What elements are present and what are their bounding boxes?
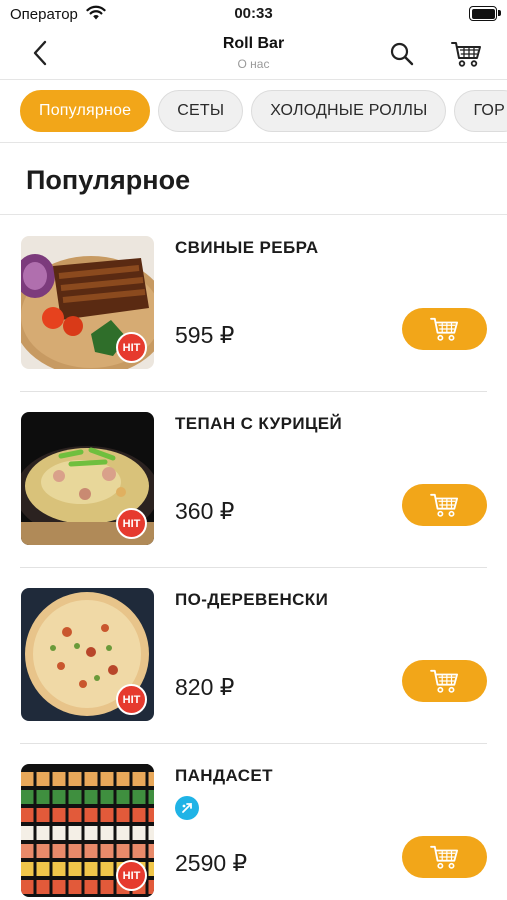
product-price: 360 ₽ bbox=[175, 498, 235, 524]
product-item[interactable]: HIT ТЕПАН С КУРИЦЕЙ 360 ₽ bbox=[0, 392, 507, 568]
tab-hot[interactable]: ГОР bbox=[454, 90, 507, 132]
battery-cap bbox=[498, 10, 501, 16]
hit-badge: HIT bbox=[116, 684, 147, 715]
cart-icon bbox=[451, 42, 481, 67]
add-to-cart-button[interactable] bbox=[402, 308, 487, 350]
clock: 00:33 bbox=[234, 5, 273, 22]
product-price: 595 ₽ bbox=[175, 322, 235, 348]
product-item[interactable]: HIT СВИНЫЕ РЕБРА 595 ₽ bbox=[0, 216, 507, 392]
cart-icon bbox=[429, 493, 458, 517]
product-price: 820 ₽ bbox=[175, 674, 235, 700]
search-button[interactable] bbox=[386, 38, 418, 70]
hit-badge: HIT bbox=[116, 508, 147, 539]
add-to-cart-button[interactable] bbox=[402, 660, 487, 702]
tab-popular[interactable]: Популярное bbox=[20, 90, 151, 132]
product-item[interactable]: HIT ПО-ДЕРЕВЕНСКИ 820 ₽ bbox=[0, 568, 507, 744]
section-title: Популярное bbox=[26, 165, 191, 195]
product-item[interactable]: HIT ПАНДАСЕТ 2590 ₽ bbox=[0, 744, 507, 900]
add-to-cart-button[interactable] bbox=[402, 836, 487, 878]
add-to-cart-button[interactable] bbox=[402, 484, 487, 526]
product-name: ПАНДАСЕТ bbox=[175, 766, 273, 785]
cart-icon bbox=[429, 669, 458, 693]
product-name: ПО-ДЕРЕВЕНСКИ bbox=[175, 590, 329, 609]
hit-badge: HIT bbox=[116, 332, 147, 363]
category-tabs: Популярное СЕТЫ ХОЛОДНЫЕ РОЛЛЫ ГОР bbox=[0, 80, 507, 143]
cart-icon bbox=[429, 317, 458, 341]
section-divider bbox=[0, 214, 507, 215]
product-name: СВИНЫЕ РЕБРА bbox=[175, 238, 319, 257]
search-icon bbox=[390, 42, 414, 66]
panda-tag-icon bbox=[175, 796, 199, 820]
hit-badge: HIT bbox=[116, 860, 147, 891]
battery-icon bbox=[469, 6, 497, 21]
navigation-bar: Roll Bar О нас bbox=[0, 28, 507, 80]
cart-icon bbox=[429, 845, 458, 869]
product-price: 2590 ₽ bbox=[175, 850, 248, 876]
tab-cold-rolls[interactable]: ХОЛОДНЫЕ РОЛЛЫ bbox=[251, 90, 447, 132]
status-bar: Оператор 00:33 bbox=[0, 0, 507, 28]
tab-sets[interactable]: СЕТЫ bbox=[158, 90, 244, 132]
about-link[interactable]: О нас bbox=[0, 57, 507, 71]
cart-button[interactable] bbox=[449, 37, 485, 71]
product-name: ТЕПАН С КУРИЦЕЙ bbox=[175, 414, 343, 433]
page-title: Roll Bar bbox=[222, 35, 285, 52]
